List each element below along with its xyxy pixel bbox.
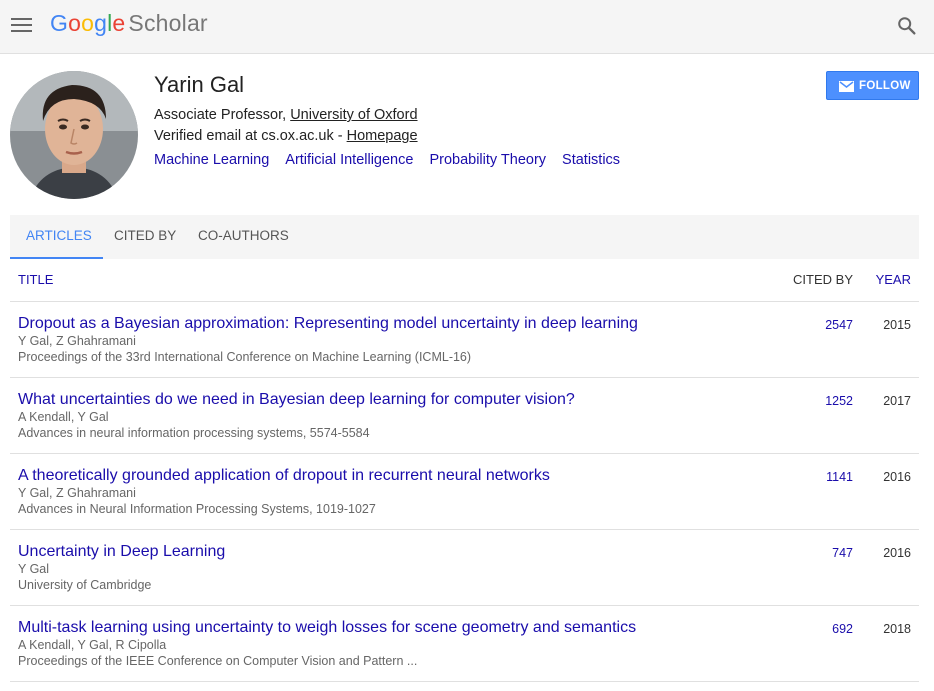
logo-letter: G (50, 10, 69, 36)
article-venue: Proceedings of the IEEE Conference on Co… (18, 654, 418, 668)
profile-affiliation: Associate Professor, University of Oxfor… (154, 107, 418, 123)
article-title-link[interactable]: Uncertainty in Deep Learning (18, 543, 225, 561)
affiliation-prefix: Associate Professor, (154, 107, 291, 123)
article-venue: Advances in Neural Information Processin… (18, 502, 376, 516)
cited-by-count-link[interactable]: 692 (832, 622, 853, 636)
envelope-icon (839, 81, 854, 92)
cited-by-count-link[interactable]: 1141 (826, 470, 853, 484)
articles-table-header: TITLE CITED BY YEAR (10, 260, 919, 302)
tab-cited-by[interactable]: CITED BY (114, 215, 176, 259)
column-year-sort[interactable]: YEAR (876, 272, 911, 287)
article-year: 2016 (883, 470, 911, 484)
article-year: 2018 (883, 622, 911, 636)
logo-letter: o (68, 10, 82, 36)
article-authors: Y Gal, Z Ghahramani (18, 334, 136, 348)
research-interests: Machine Learning Artificial Intelligence P… (154, 152, 636, 168)
article-title-link[interactable]: What uncertainties do we need in Bayesia… (18, 391, 575, 409)
article-venue: Advances in neural information processin… (18, 426, 370, 440)
table-row: What uncertainties do we need in Bayesia… (10, 378, 919, 454)
article-venue: University of Cambridge (18, 578, 152, 592)
article-title-link[interactable]: Dropout as a Bayesian approximation: Rep… (18, 315, 638, 333)
search-icon[interactable] (896, 15, 918, 37)
article-authors: Y Gal (18, 562, 50, 576)
tab-co-authors[interactable]: CO-AUTHORS (198, 215, 289, 259)
email-prefix: Verified email at cs.ox.ac.uk - (154, 128, 347, 144)
cited-by-count-link[interactable]: 747 (832, 546, 853, 560)
article-venue: Proceedings of the 33rd International Co… (18, 350, 472, 364)
article-title-link[interactable]: Multi-task learning using uncertainty to… (18, 619, 636, 637)
table-row: Dropout as a Bayesian approximation: Rep… (10, 302, 919, 378)
logo-letter: e (112, 10, 126, 36)
article-year: 2017 (883, 394, 911, 408)
column-title-sort[interactable]: TITLE (18, 272, 53, 287)
interest-link-probability-theory[interactable]: Probability Theory (429, 152, 546, 168)
logo-letter: o (81, 10, 95, 36)
article-title-link[interactable]: A theoretically grounded application of … (18, 467, 550, 485)
cited-by-count-link[interactable]: 2547 (825, 318, 853, 332)
profile-avatar (10, 71, 138, 199)
hamburger-menu-icon[interactable] (11, 16, 33, 34)
logo-letter: g (94, 10, 108, 36)
profile-name: Yarin Gal (154, 72, 245, 97)
profile-tabs: ARTICLES CITED BY CO-AUTHORS (10, 215, 919, 259)
cited-by-count-link[interactable]: 1252 (825, 394, 853, 408)
interest-link-artificial-intelligence[interactable]: Artificial Intelligence (285, 152, 413, 168)
interest-link-machine-learning[interactable]: Machine Learning (154, 152, 269, 168)
article-authors: A Kendall, Y Gal, R Cipolla (18, 638, 167, 652)
tab-articles[interactable]: ARTICLES (10, 215, 103, 259)
interest-link-statistics[interactable]: Statistics (562, 152, 620, 168)
top-bar: Google Scholar (0, 0, 934, 54)
logo-suffix: Scholar (128, 10, 208, 36)
article-year: 2016 (883, 546, 911, 560)
table-row: Uncertainty in Deep Learning Y Gal Unive… (10, 530, 919, 606)
table-row: A theoretically grounded application of … (10, 454, 919, 530)
article-year: 2015 (883, 318, 911, 332)
profile-email: Verified email at cs.ox.ac.uk - Homepage (154, 128, 418, 144)
article-authors: A Kendall, Y Gal (18, 410, 109, 424)
table-row: Multi-task learning using uncertainty to… (10, 606, 919, 682)
article-authors: Y Gal, Z Ghahramani (18, 486, 136, 500)
follow-label: FOLLOW (859, 80, 911, 92)
homepage-link[interactable]: Homepage (347, 128, 418, 144)
affiliation-link[interactable]: University of Oxford (290, 107, 417, 123)
follow-button[interactable]: FOLLOW (826, 71, 919, 100)
google-scholar-logo[interactable]: Google Scholar (50, 10, 208, 37)
column-cited-by: CITED BY (793, 272, 853, 287)
